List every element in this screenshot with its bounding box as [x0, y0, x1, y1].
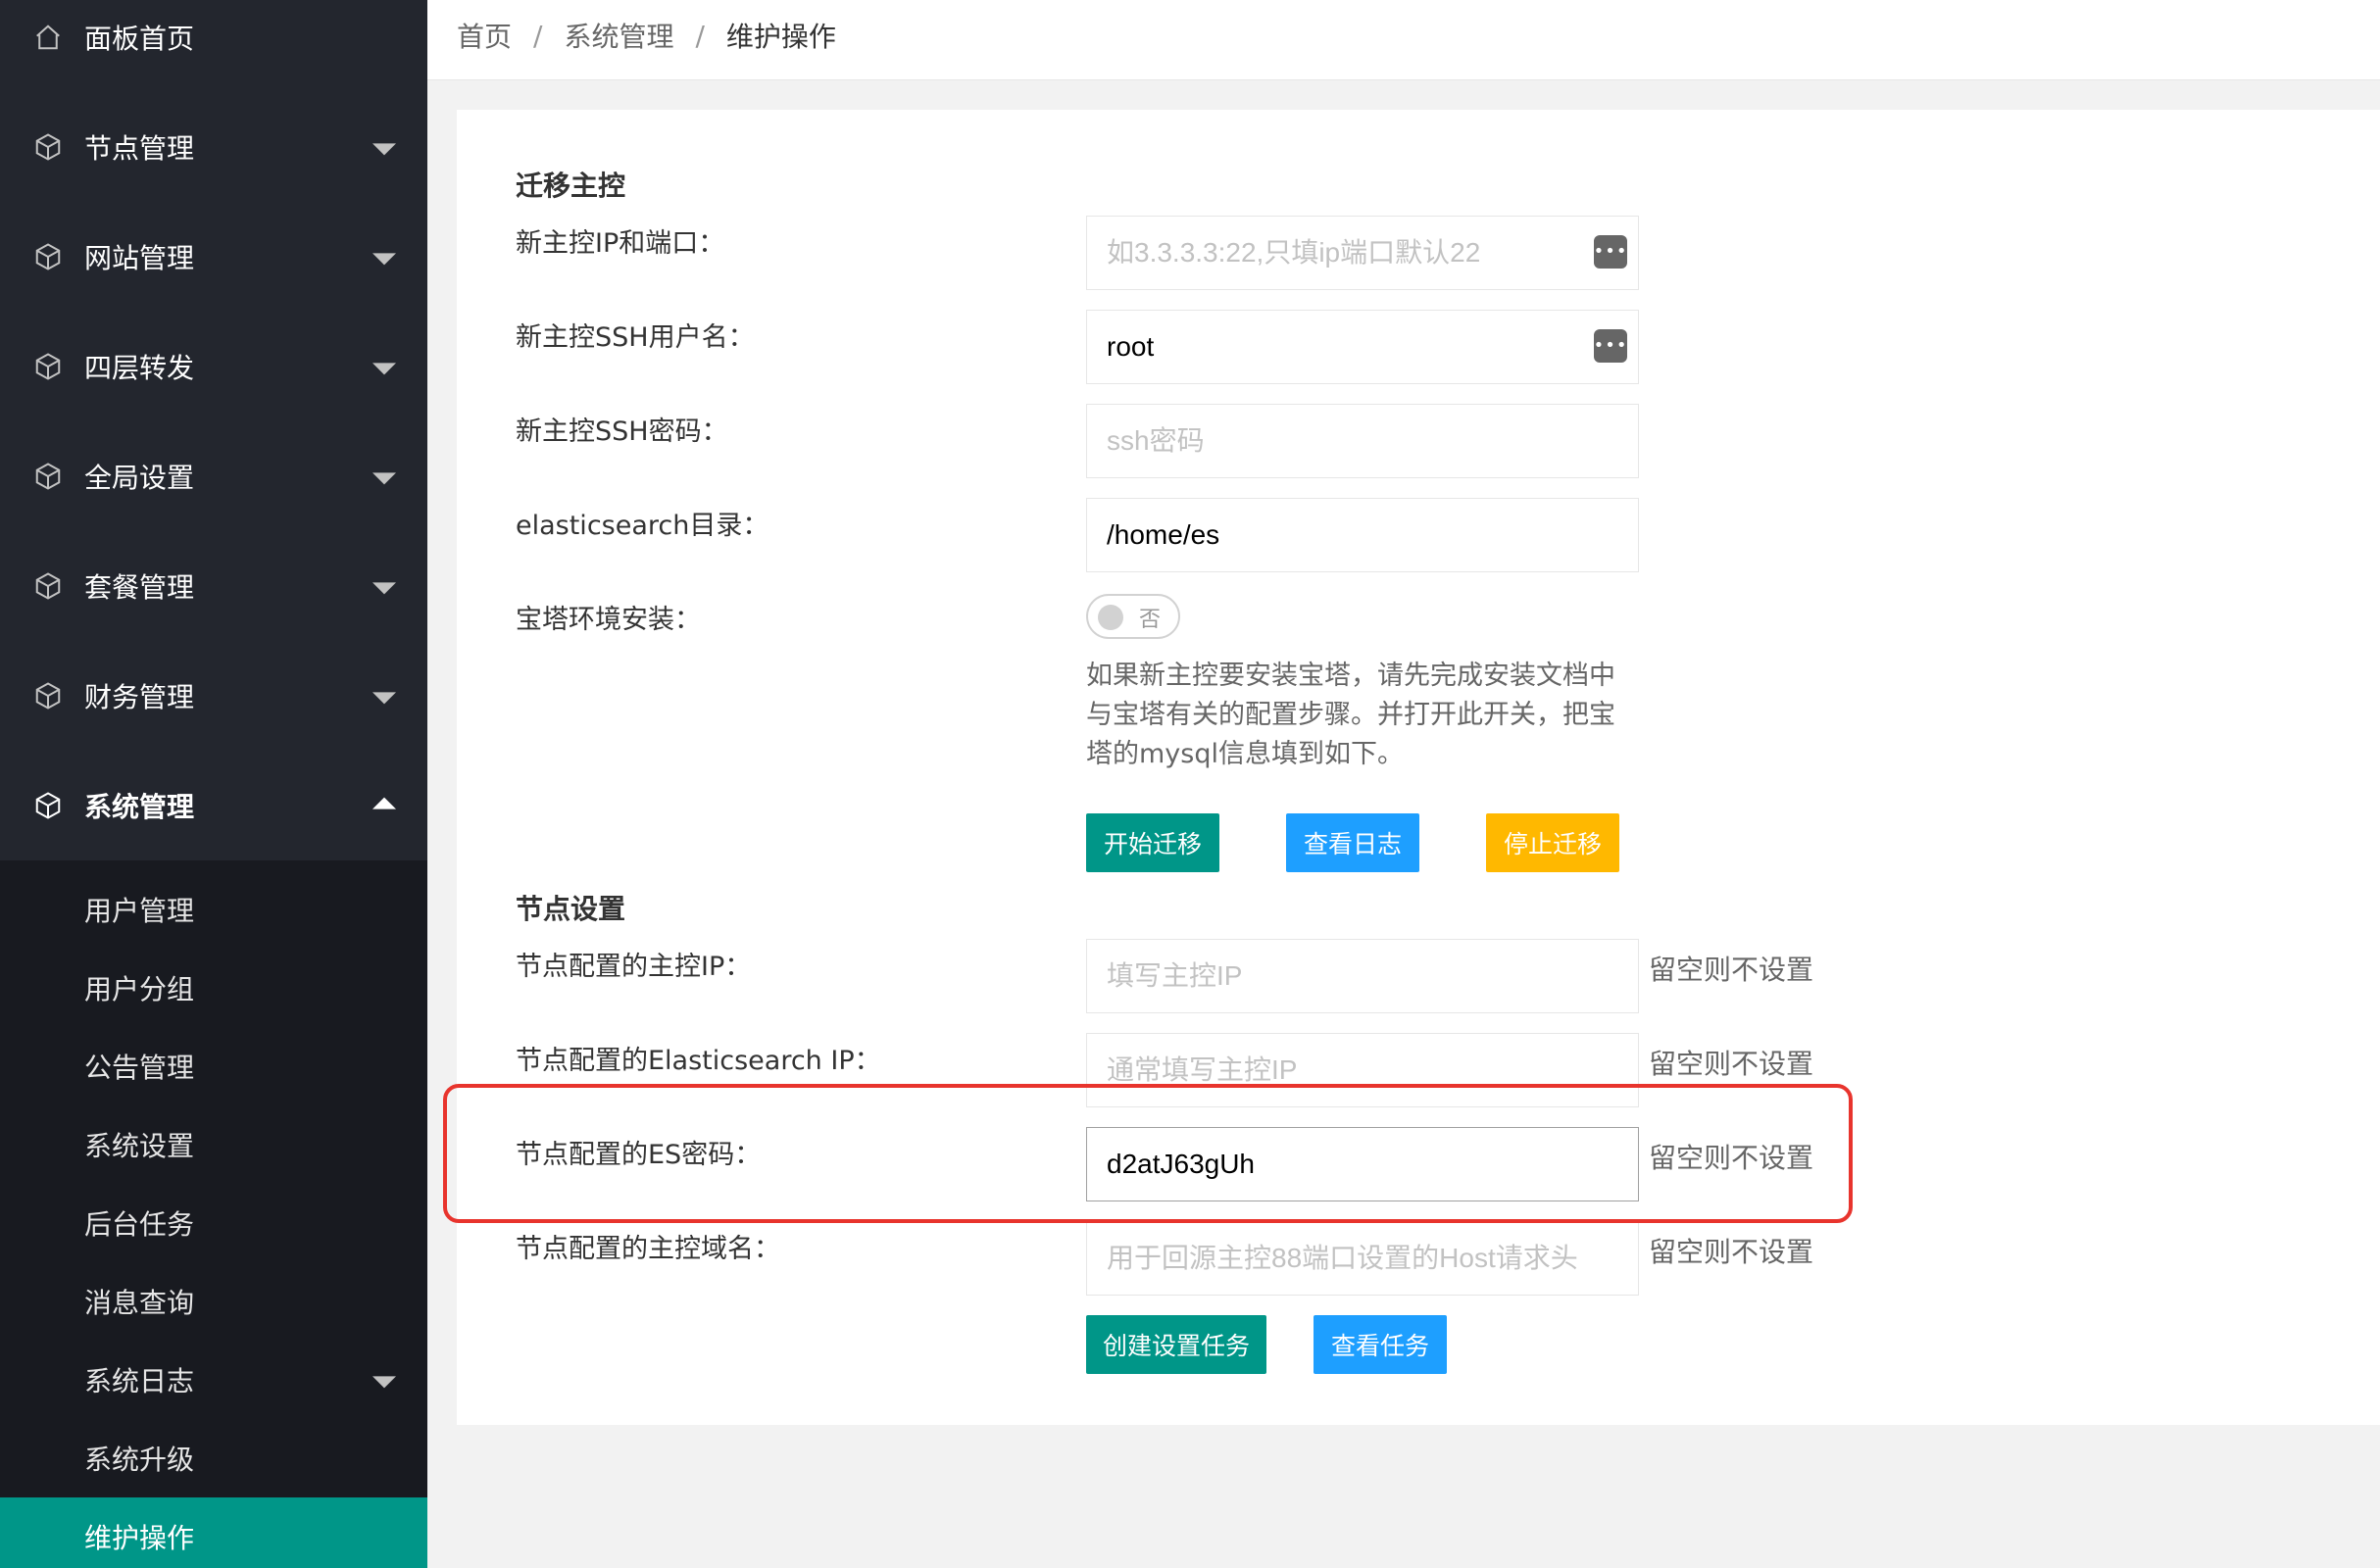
es-ip-input[interactable]: [1086, 1033, 1639, 1107]
submenu-item-messages[interactable]: 消息查询: [0, 1262, 427, 1341]
label-es-ip: 节点配置的Elasticsearch IP：: [516, 1046, 881, 1076]
sidebar: 面板首页 节点管理 网站管理 四层转发 全局设置 套餐管理 财务管理 系统管理: [0, 0, 427, 1568]
new-master-ip-input[interactable]: [1086, 216, 1639, 290]
chevron-up-icon: [372, 797, 396, 809]
view-task-button[interactable]: 查看任务: [1314, 1315, 1447, 1374]
label-master-ip: 节点配置的主控IP：: [516, 952, 752, 982]
label-master-domain: 节点配置的主控域名：: [516, 1234, 780, 1264]
section-title-node: 节点设置: [516, 893, 626, 925]
submenu-item-system-upgrade[interactable]: 系统升级: [0, 1419, 427, 1497]
sidebar-item-packages[interactable]: 套餐管理: [0, 531, 427, 641]
submenu-item-label: 用户分组: [84, 973, 195, 1005]
cube-icon: [35, 133, 61, 161]
submenu-item-label: 系统设置: [84, 1130, 195, 1162]
submenu-item-label: 消息查询: [84, 1287, 195, 1319]
ssh-password-input[interactable]: [1086, 404, 1639, 478]
chevron-down-icon: [372, 472, 396, 485]
chevron-down-icon: [372, 1376, 396, 1389]
cube-icon: [35, 243, 61, 270]
breadcrumb: 首页 / 系统管理 / 维护操作: [457, 16, 836, 55]
submenu-item-label: 用户管理: [84, 895, 195, 927]
bt-install-switch[interactable]: 否: [1086, 594, 1180, 639]
label-ssh-user: 新主控SSH用户名：: [516, 322, 755, 353]
sidebar-item-label: 四层转发: [84, 352, 195, 384]
submenu-item-label: 系统日志: [84, 1365, 195, 1397]
es-password-input[interactable]: [1086, 1127, 1639, 1201]
submenu-item-label: 系统升级: [84, 1444, 195, 1476]
cube-icon: [35, 353, 61, 380]
submenu-item-background-tasks[interactable]: 后台任务: [0, 1184, 427, 1262]
sidebar-item-l4-forward[interactable]: 四层转发: [0, 312, 427, 421]
label-new-master-ip: 新主控IP和端口：: [516, 228, 725, 259]
label-ssh-password: 新主控SSH密码：: [516, 416, 728, 447]
cube-icon: [35, 572, 61, 600]
cube-icon: [35, 682, 61, 710]
ssh-user-input[interactable]: [1086, 310, 1639, 384]
sidebar-item-label: 套餐管理: [84, 571, 195, 604]
switch-text: 否: [1139, 608, 1162, 632]
start-migrate-button[interactable]: 开始迁移: [1086, 813, 1219, 872]
top-bar: 首页 / 系统管理 / 维护操作: [427, 0, 2380, 80]
sidebar-item-system[interactable]: 系统管理: [0, 751, 427, 860]
submenu-item-label: 维护操作: [84, 1522, 195, 1554]
chevron-down-icon: [372, 363, 396, 375]
sidebar-item-label: 系统管理: [84, 791, 195, 823]
password-manager-icon[interactable]: •••: [1594, 329, 1627, 363]
master-domain-input[interactable]: [1086, 1221, 1639, 1296]
sidebar-item-label: 全局设置: [84, 462, 195, 494]
submenu-item-announcements[interactable]: 公告管理: [0, 1027, 427, 1105]
label-es-directory: elasticsearch目录：: [516, 511, 769, 541]
view-log-button[interactable]: 查看日志: [1286, 813, 1419, 872]
empty-hint: 留空则不设置: [1649, 1236, 1814, 1268]
breadcrumb-separator: /: [695, 19, 705, 52]
sidebar-item-finance[interactable]: 财务管理: [0, 641, 427, 751]
bt-install-tip: 如果新主控要安装宝塔，请先完成安装文档中与宝塔有关的配置步骤。并打开此开关，把宝…: [1086, 661, 1615, 769]
sidebar-item-websites[interactable]: 网站管理: [0, 202, 427, 312]
submenu-item-system-settings[interactable]: 系统设置: [0, 1105, 427, 1184]
master-ip-input[interactable]: [1086, 939, 1639, 1013]
submenu-system: 用户管理 用户分组 公告管理 系统设置 后台任务 消息查询 系统日志 系统升级 …: [0, 860, 427, 1568]
breadcrumb-system[interactable]: 系统管理: [564, 16, 673, 55]
chevron-down-icon: [372, 692, 396, 705]
empty-hint: 留空则不设置: [1649, 1048, 1814, 1080]
breadcrumb-current: 维护操作: [725, 21, 836, 53]
sidebar-item-home[interactable]: 面板首页: [0, 0, 427, 92]
empty-hint: 留空则不设置: [1649, 954, 1814, 986]
submenu-item-label: 后台任务: [84, 1208, 195, 1241]
sidebar-item-label: 财务管理: [84, 681, 195, 713]
home-icon: [36, 24, 60, 50]
section-title-migrate: 迁移主控: [516, 170, 626, 202]
cube-icon: [35, 463, 61, 490]
sidebar-item-nodes[interactable]: 节点管理: [0, 92, 427, 202]
submenu-item-system-logs[interactable]: 系统日志: [0, 1341, 427, 1419]
password-manager-icon[interactable]: •••: [1594, 235, 1627, 269]
chevron-down-icon: [372, 253, 396, 266]
stop-migrate-button[interactable]: 停止迁移: [1486, 813, 1619, 872]
chevron-down-icon: [372, 582, 396, 595]
sidebar-item-label: 节点管理: [84, 132, 195, 165]
label-bt-install: 宝塔环境安装：: [516, 605, 701, 635]
submenu-item-user-groups[interactable]: 用户分组: [0, 949, 427, 1027]
switch-knob: [1098, 605, 1123, 630]
submenu-item-maintenance[interactable]: 维护操作: [0, 1497, 427, 1568]
sidebar-item-label: 网站管理: [84, 242, 195, 274]
es-directory-input[interactable]: [1086, 498, 1639, 572]
cube-icon: [35, 792, 61, 819]
create-task-button[interactable]: 创建设置任务: [1086, 1315, 1266, 1374]
label-es-password: 节点配置的ES密码：: [516, 1140, 762, 1170]
sidebar-item-global-settings[interactable]: 全局设置: [0, 421, 427, 531]
chevron-down-icon: [372, 143, 396, 156]
empty-hint: 留空则不设置: [1649, 1142, 1814, 1174]
breadcrumb-home[interactable]: 首页: [457, 16, 512, 55]
submenu-item-label: 公告管理: [84, 1052, 195, 1084]
submenu-item-users[interactable]: 用户管理: [0, 870, 427, 949]
breadcrumb-separator: /: [533, 19, 543, 52]
sidebar-item-label: 面板首页: [84, 23, 195, 55]
